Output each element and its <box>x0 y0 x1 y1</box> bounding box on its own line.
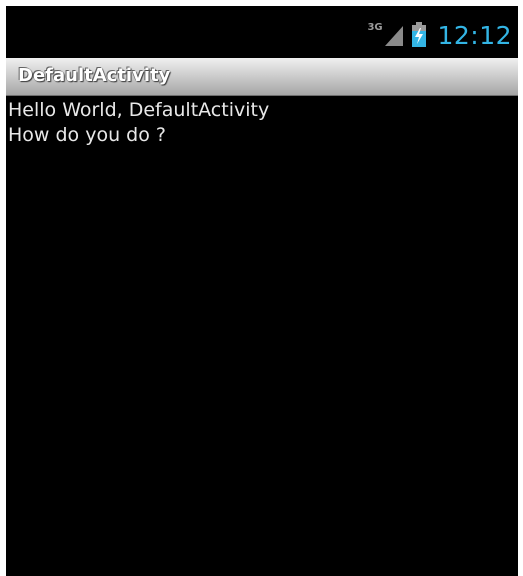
hello-text: Hello World, DefaultActivity <box>8 99 270 121</box>
battery-charging-icon <box>411 22 427 48</box>
screenshot-frame: 3G 12:12 DefaultActivity Hello World, De… <box>0 0 523 576</box>
status-icons: 3G 12:12 <box>365 20 512 50</box>
activity-content: Hello World, DefaultActivity How do you … <box>8 98 516 148</box>
network-type-label: 3G <box>367 22 383 33</box>
status-bar: 3G 12:12 <box>6 6 518 58</box>
action-bar: DefaultActivity <box>6 58 518 96</box>
device-screen: 3G 12:12 DefaultActivity Hello World, De… <box>6 6 518 576</box>
signal-bars-icon: 3G <box>365 22 405 48</box>
greeting-text: How do you do ? <box>8 124 166 146</box>
status-clock: 12:12 <box>437 20 512 50</box>
action-bar-title: DefaultActivity <box>18 65 171 86</box>
